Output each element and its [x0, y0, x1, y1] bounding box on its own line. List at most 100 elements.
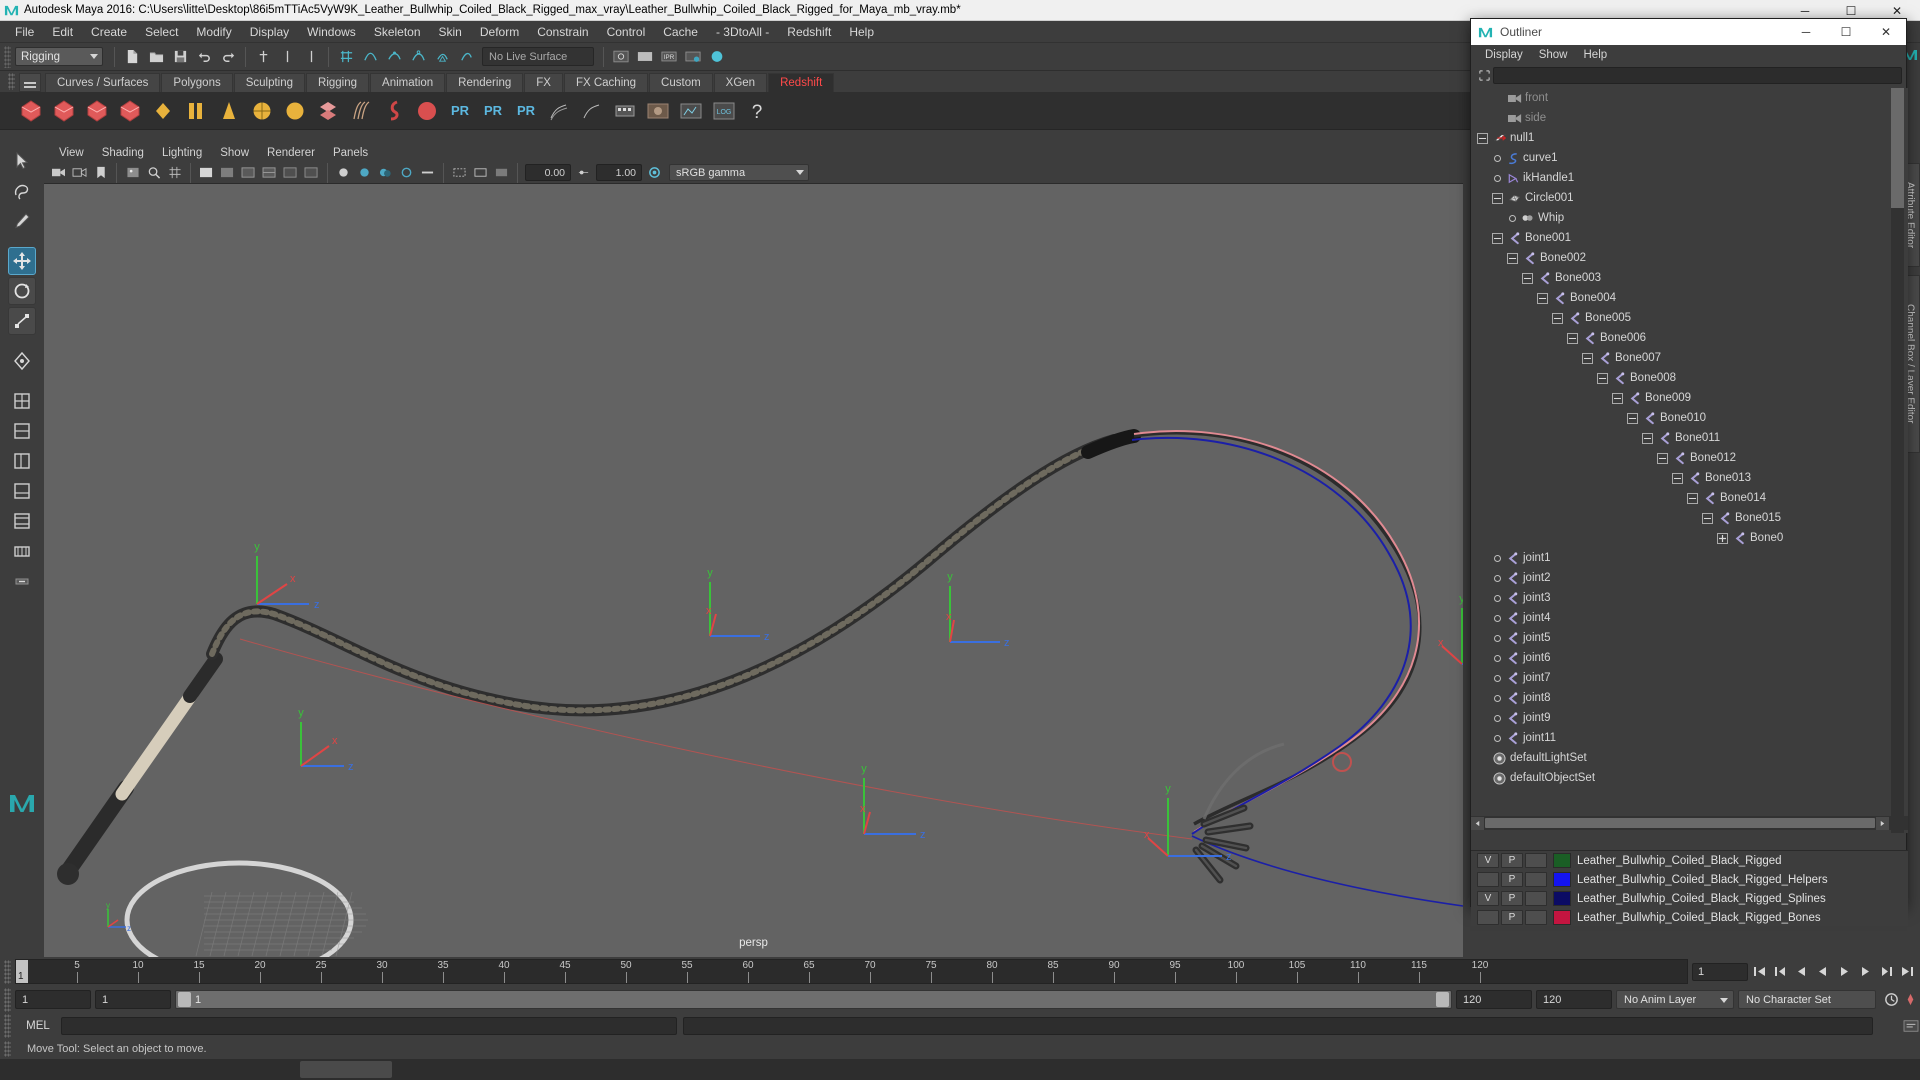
menu-item-create[interactable]: Create	[82, 23, 136, 41]
outliner-item[interactable]: Bone006	[1471, 328, 1908, 348]
layer-playback-toggle[interactable]: P	[1501, 910, 1523, 925]
collapse-toggle-icon[interactable]	[1612, 392, 1623, 404]
xray-icon[interactable]	[281, 163, 300, 182]
collapse-toggle-icon[interactable]	[1507, 252, 1518, 264]
redshift-curves2-icon[interactable]	[577, 96, 607, 126]
bookmark-icon[interactable]	[91, 163, 110, 182]
redshift-material4-icon[interactable]	[115, 96, 145, 126]
wireframe-on-shaded-icon[interactable]	[260, 163, 279, 182]
color-management-toggle-icon[interactable]	[645, 163, 664, 182]
time-slider-cursor[interactable]: 1	[16, 960, 28, 983]
new-scene-button[interactable]	[121, 46, 143, 68]
playback-end-time-field[interactable]: 120	[1456, 990, 1532, 1009]
redshift-hair-icon[interactable]	[346, 96, 376, 126]
outliner-item[interactable]: joint5	[1471, 628, 1908, 648]
render-current-frame-button[interactable]	[634, 46, 656, 68]
playback-frame-field[interactable]: 1	[1692, 962, 1748, 981]
step-back-frame-icon[interactable]	[1792, 962, 1811, 982]
use-default-lighting-icon[interactable]	[334, 163, 353, 182]
outliner-menu-display[interactable]: Display	[1477, 48, 1531, 62]
command-output-field[interactable]	[683, 1017, 1873, 1035]
viewport-menu-show[interactable]: Show	[211, 146, 258, 160]
smooth-shade-all-icon[interactable]	[218, 163, 237, 182]
snap-to-projected-center-button[interactable]	[407, 46, 429, 68]
redshift-feedback-icon[interactable]	[676, 96, 706, 126]
menu-item-select[interactable]: Select	[136, 23, 187, 41]
layout-collapse-button[interactable]	[8, 567, 36, 595]
outliner-item[interactable]: Bone015	[1471, 508, 1908, 528]
layout-single-button[interactable]	[8, 387, 36, 415]
redshift-volume-icon[interactable]	[379, 96, 409, 126]
motion-blur-icon[interactable]	[418, 163, 437, 182]
collapse-toggle-icon[interactable]	[1702, 512, 1713, 524]
outliner-item[interactable]: curve1	[1471, 148, 1908, 168]
layer-row[interactable]: P Leather_Bullwhip_Coiled_Black_Rigged_He…	[1471, 870, 1908, 889]
redshift-dome-light-icon[interactable]	[247, 96, 277, 126]
collapse-toggle-icon[interactable]	[1537, 292, 1548, 304]
paint-select-tool-button[interactable]	[8, 207, 36, 235]
layer-playback-toggle[interactable]: P	[1501, 872, 1523, 887]
menu-item-deform[interactable]: Deform	[471, 23, 528, 41]
menu-set-selector[interactable]: Rigging	[15, 47, 103, 66]
play-backwards-icon[interactable]	[1813, 962, 1832, 982]
last-tool-button[interactable]	[8, 347, 36, 375]
outliner-item[interactable]: Bone007	[1471, 348, 1908, 368]
step-back-key-icon[interactable]	[1771, 962, 1790, 982]
color-profile-selector[interactable]: sRGB gamma	[669, 164, 809, 181]
outliner-horizontal-scroll-thumb[interactable]	[1485, 818, 1875, 828]
redshift-area-light-icon[interactable]	[181, 96, 211, 126]
outliner-item[interactable]: ikHandle1	[1471, 168, 1908, 188]
auto-keyframe-toggle-icon[interactable]	[1901, 990, 1920, 1010]
shelf-tab-xgen[interactable]: XGen	[713, 73, 768, 92]
menu-item-modify[interactable]: Modify	[187, 23, 240, 41]
layout-more-button[interactable]	[8, 537, 36, 565]
shelf-tab-polygons[interactable]: Polygons	[161, 73, 233, 92]
layout-persp-outliner-button[interactable]	[8, 447, 36, 475]
layout-persp-graph-button[interactable]	[8, 477, 36, 505]
make-live-button[interactable]	[455, 46, 477, 68]
menu-item-cache[interactable]: Cache	[654, 23, 707, 41]
outliner-item[interactable]: Whip	[1471, 208, 1908, 228]
shelf-options-button[interactable]	[19, 73, 41, 92]
outliner-item[interactable]: joint11	[1471, 728, 1908, 748]
snap-to-point-button[interactable]	[383, 46, 405, 68]
shelf-tab-animation[interactable]: Animation	[370, 73, 446, 92]
outliner-item[interactable]: joint3	[1471, 588, 1908, 608]
snap-to-grid-button[interactable]	[335, 46, 357, 68]
outliner-item[interactable]: defaultObjectSet	[1471, 768, 1908, 788]
collapse-toggle-icon[interactable]	[1492, 192, 1503, 204]
layer-row[interactable]: V P Leather_Bullwhip_Coiled_Black_Rigged_S…	[1471, 889, 1908, 908]
collapse-toggle-icon[interactable]	[1522, 272, 1533, 284]
layer-playback-toggle[interactable]: P	[1501, 853, 1523, 868]
layer-color-swatch[interactable]	[1553, 891, 1571, 906]
redshift-help-icon[interactable]: ?	[742, 96, 772, 126]
outliner-menu-show[interactable]: Show	[1531, 48, 1576, 62]
move-tool-button[interactable]	[8, 247, 36, 275]
layer-playback-toggle[interactable]: P	[1501, 891, 1523, 906]
shelf-tab-curves-surfaces[interactable]: Curves / Surfaces	[45, 73, 161, 92]
redshift-pr-1-icon[interactable]: PR	[445, 96, 475, 126]
menu-item-3dtoall[interactable]: - 3DtoAll -	[707, 23, 778, 41]
outliner-item[interactable]: Bone010	[1471, 408, 1908, 428]
layer-row[interactable]: P Leather_Bullwhip_Coiled_Black_Rigged_Bo…	[1471, 908, 1908, 927]
hypershade-button[interactable]	[706, 46, 728, 68]
shelf-tab-rendering[interactable]: Rendering	[446, 73, 524, 92]
outliner-item[interactable]: Circle001	[1471, 188, 1908, 208]
outliner-item[interactable]: joint1	[1471, 548, 1908, 568]
outliner-item[interactable]: Bone009	[1471, 388, 1908, 408]
redshift-pr-2-icon[interactable]: PR	[478, 96, 508, 126]
menu-item-redshift[interactable]: Redshift	[778, 23, 840, 41]
shelf-tab-sculpting[interactable]: Sculpting	[233, 73, 306, 92]
animation-end-time-field[interactable]: 120	[1536, 990, 1612, 1009]
toolbar-grip[interactable]	[4, 45, 11, 68]
outliner-item[interactable]: joint9	[1471, 708, 1908, 728]
redshift-material2-icon[interactable]	[49, 96, 79, 126]
viewport-menu-panels[interactable]: Panels	[324, 146, 377, 160]
isolate-select-icon[interactable]	[450, 163, 469, 182]
layer-color-swatch[interactable]	[1553, 910, 1571, 925]
character-set-selector[interactable]: No Character Set	[1738, 990, 1876, 1009]
script-language-label[interactable]: MEL	[15, 1020, 61, 1032]
open-render-view-button[interactable]	[610, 46, 632, 68]
menu-item-help[interactable]: Help	[840, 23, 883, 41]
lasso-tool-button[interactable]	[8, 177, 36, 205]
